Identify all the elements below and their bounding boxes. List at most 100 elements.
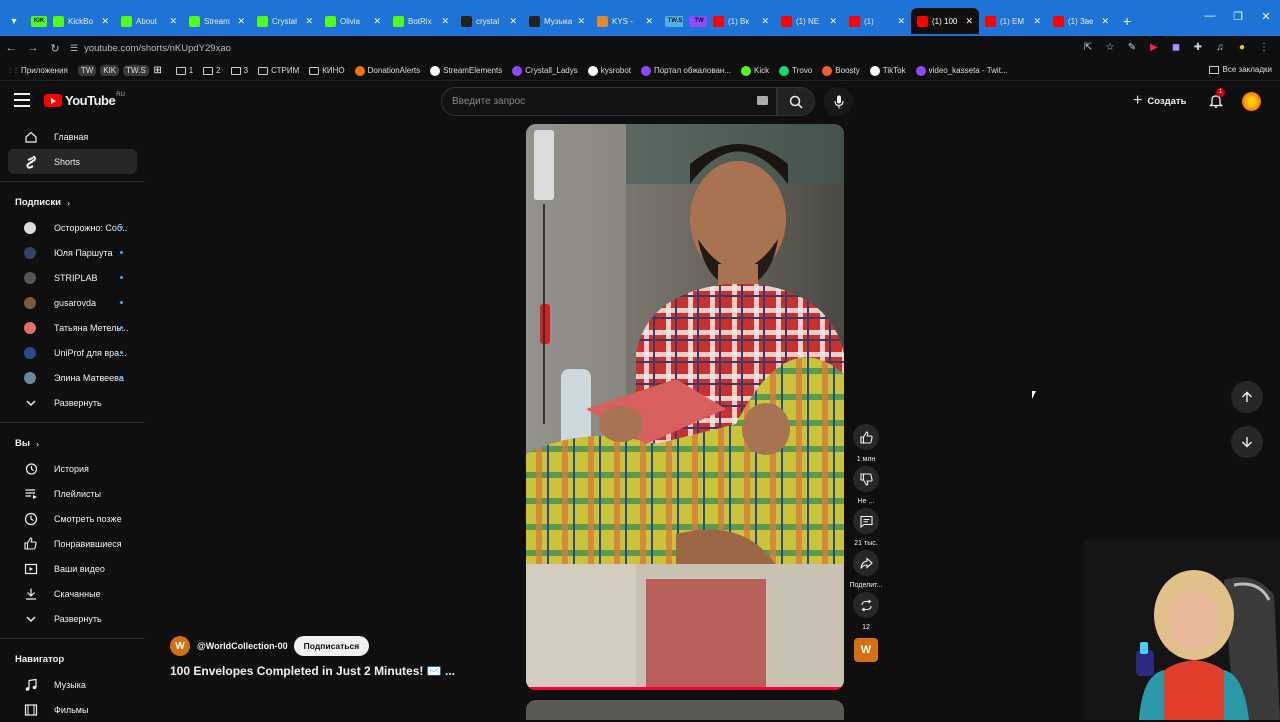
browser-tab[interactable]: (1) EM ✕ <box>979 8 1047 34</box>
sidebar-item-watch-later[interactable]: Смотреть позже <box>8 506 137 531</box>
minimize-button[interactable]: — <box>1196 10 1224 23</box>
navigator-header[interactable]: Навигатор <box>0 647 145 672</box>
browser-tab[interactable]: (1) NE ✕ <box>775 8 843 34</box>
browser-tab[interactable]: KIK <box>25 8 47 34</box>
bookmark-item[interactable]: StreamElements <box>430 65 502 76</box>
create-button[interactable]: + Создать <box>1133 92 1186 110</box>
tab-close-icon[interactable]: ✕ <box>505 16 517 27</box>
previous-short-button[interactable] <box>1231 381 1263 413</box>
bookmark-item[interactable]: Crystall_Ladys <box>512 65 578 76</box>
sidebar-item-home[interactable]: Главная <box>8 124 137 149</box>
bookmark-item[interactable]: KIK <box>100 65 120 76</box>
bookmark-folder[interactable]: СТРИМ <box>258 66 299 75</box>
subscription-item[interactable]: UniProf для вра... <box>8 340 137 365</box>
sidebar-item-liked[interactable]: Понравившиеся <box>8 531 137 556</box>
site-info-icon[interactable]: ☰ <box>70 43 78 54</box>
channel-avatar[interactable]: W <box>170 636 190 656</box>
reload-button[interactable]: ↻ <box>44 42 66 55</box>
subscription-item[interactable]: Осторожно: Соб... <box>8 215 137 240</box>
voice-search-button[interactable] <box>824 87 853 116</box>
video-progress-bar[interactable] <box>526 687 844 690</box>
tab-close-icon[interactable]: ✕ <box>893 16 905 27</box>
tab-search-button[interactable]: ▾ <box>3 10 25 32</box>
close-window-button[interactable]: ✕ <box>1252 10 1280 23</box>
remix-button[interactable] <box>853 592 879 618</box>
extension-twitch-icon[interactable]: ◼ <box>1168 39 1184 55</box>
short-video-player[interactable] <box>526 124 844 690</box>
all-bookmarks[interactable]: Все закладки <box>1208 65 1272 74</box>
sidebar-item-playlists[interactable]: Плейлисты <box>8 481 137 506</box>
you-expand[interactable]: Развернуть <box>8 606 137 631</box>
browser-tab[interactable]: Crystal ✕ <box>251 8 319 34</box>
bookmark-folder[interactable]: КИНО <box>309 66 345 75</box>
sidebar-item-your-videos[interactable]: Ваши видео <box>8 556 137 581</box>
new-tab-button[interactable]: + <box>1123 13 1131 29</box>
bookmark-item[interactable]: DonationAlerts <box>354 65 420 76</box>
tab-close-icon[interactable]: ✕ <box>97 16 109 27</box>
url-field[interactable]: ☰ youtube.com/shorts/nKUpdY29xao <box>70 38 231 58</box>
dislike-button[interactable] <box>853 466 879 492</box>
sidebar-item-history[interactable]: История <box>8 456 137 481</box>
forward-button[interactable]: → <box>22 42 44 54</box>
you-header[interactable]: Вы › <box>0 431 145 456</box>
subscriptions-expand[interactable]: Развернуть <box>8 390 137 415</box>
maximize-button[interactable]: ❐ <box>1224 10 1252 23</box>
bookmark-item[interactable]: Boosty <box>822 65 860 76</box>
extension-youtube-icon[interactable]: ▶ <box>1146 39 1162 55</box>
browser-tab[interactable]: TW <box>683 8 707 34</box>
youtube-logo[interactable]: YouTube RU <box>44 92 125 108</box>
tab-close-icon[interactable]: ✕ <box>301 16 313 27</box>
comments-button[interactable] <box>853 508 879 534</box>
like-button[interactable] <box>853 424 879 450</box>
subscription-item[interactable]: STRIPLAB <box>8 265 137 290</box>
subscription-item[interactable]: Татьяна Метель... <box>8 315 137 340</box>
browser-tab[interactable]: Stream ✕ <box>183 8 251 34</box>
profile-avatar-icon[interactable]: ● <box>1234 39 1250 55</box>
bookmark-item[interactable]: kysrobot <box>587 65 631 76</box>
bookmark-item[interactable]: ⋮⋮ Приложения <box>7 66 68 76</box>
browser-tab[interactable]: Olivia ✕ <box>319 8 387 34</box>
extension-edit-icon[interactable]: ✎ <box>1124 39 1140 55</box>
tab-close-icon[interactable]: ✕ <box>757 16 769 27</box>
bookmark-star-icon[interactable]: ☆ <box>1102 39 1118 55</box>
sidebar-item-downloads[interactable]: Скачанные <box>8 581 137 606</box>
bookmark-item[interactable]: Портал обжалован... <box>640 65 731 76</box>
subscribe-button[interactable]: Подписаться <box>293 636 370 656</box>
install-icon[interactable]: ⇱ <box>1080 39 1096 55</box>
browser-tab[interactable]: KYS - ✕ <box>591 8 659 34</box>
bookmark-item[interactable]: TikTok <box>869 65 906 76</box>
tab-close-icon[interactable]: ✕ <box>961 16 973 27</box>
next-short-button[interactable] <box>1231 426 1263 458</box>
browser-tab[interactable]: TW.S <box>659 8 683 34</box>
account-avatar[interactable] <box>1242 92 1261 111</box>
tab-close-icon[interactable]: ✕ <box>825 16 837 27</box>
channel-name[interactable]: @WorldCollection-00 <box>197 641 288 651</box>
extensions-icon[interactable]: ✚ <box>1190 39 1206 55</box>
subscriptions-header[interactable]: Подписки › <box>0 190 145 215</box>
notifications-button[interactable]: 1 <box>1208 88 1226 109</box>
share-button[interactable] <box>853 550 879 576</box>
subscription-item[interactable]: Элина Матвеева <box>8 365 137 390</box>
sidebar-item-movies[interactable]: Фильмы <box>8 697 137 722</box>
tab-close-icon[interactable]: ✕ <box>1029 16 1041 27</box>
bookmark-item[interactable]: video_kasseta - Twit... <box>915 65 1008 76</box>
short-title[interactable]: 100 Envelopes Completed in Just 2 Minute… <box>170 664 500 678</box>
tab-close-icon[interactable]: ✕ <box>165 16 177 27</box>
next-short-preview[interactable] <box>526 700 844 720</box>
subscription-item[interactable]: Юля Паршута <box>8 240 137 265</box>
browser-tab[interactable]: crystal ✕ <box>455 8 523 34</box>
search-input[interactable]: Введите запрос <box>441 87 777 116</box>
tab-close-icon[interactable]: ✕ <box>369 16 381 27</box>
guide-menu-icon[interactable] <box>14 93 30 107</box>
media-control-icon[interactable]: ♫ <box>1212 39 1228 55</box>
tab-close-icon[interactable]: ✕ <box>1097 16 1109 27</box>
browser-tab[interactable]: (1) Зве ✕ <box>1047 8 1115 34</box>
browser-tab[interactable]: Музыка ✕ <box>523 8 591 34</box>
bookmark-folder[interactable]: 2 <box>203 66 221 75</box>
search-button[interactable] <box>777 87 815 116</box>
tab-close-icon[interactable]: ✕ <box>233 16 245 27</box>
tab-close-icon[interactable]: ✕ <box>641 16 653 27</box>
bookmark-item[interactable]: TW.S <box>123 65 149 76</box>
back-button[interactable]: ← <box>0 42 22 54</box>
browser-tab[interactable]: (1) 100 ✕ <box>911 8 979 34</box>
